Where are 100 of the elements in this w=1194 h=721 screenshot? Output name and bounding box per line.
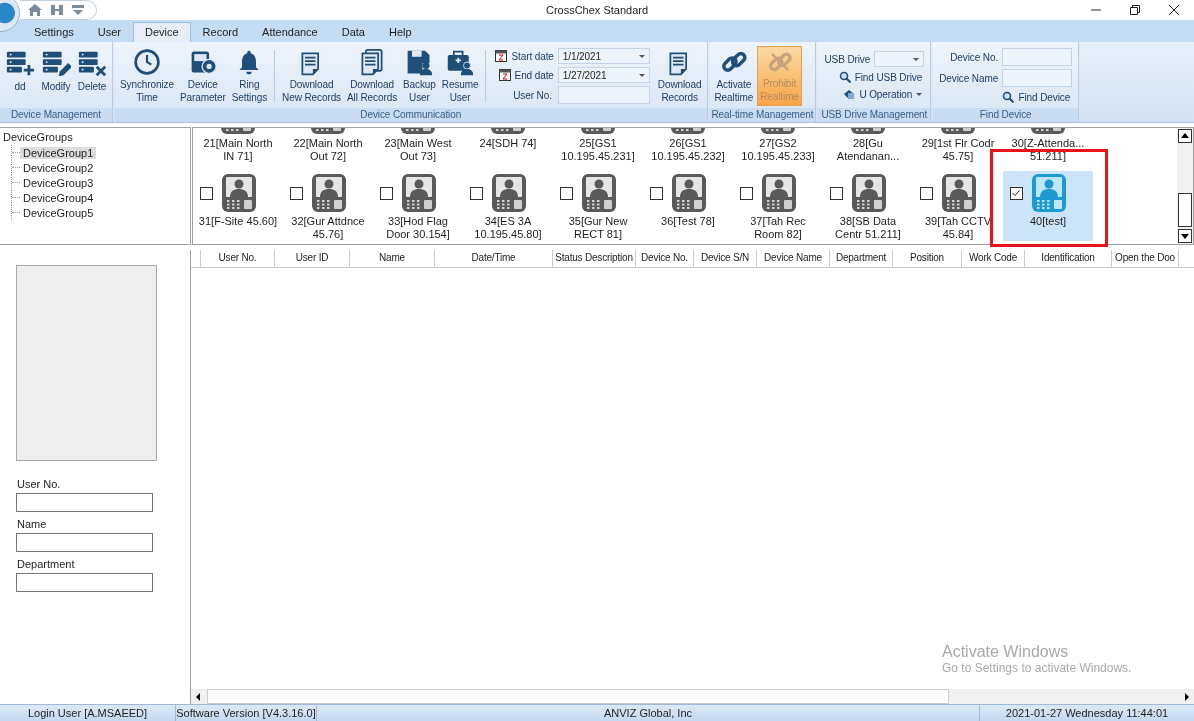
device-no-field[interactable] [1002, 48, 1073, 66]
device-label[interactable]: 29[1st Flr Codr 45.75] [921, 137, 995, 163]
caret-icon [638, 73, 645, 77]
device-label[interactable]: 22[Main North Out 72] [293, 137, 363, 163]
column-header[interactable]: Date/Time [435, 250, 553, 267]
u-operation-button[interactable]: U Operation [841, 87, 925, 101]
device-label[interactable]: 37[Tah Rec Room 82] [750, 215, 806, 241]
date-picker[interactable]: 1/1/2021 [557, 48, 650, 64]
activation-text: Go to Settings to activate Windows. [942, 661, 1132, 675]
menu-tab[interactable]: Device [133, 22, 191, 42]
menu-tab[interactable]: Help [377, 22, 424, 42]
find-device-button[interactable]: Find Device [1000, 90, 1073, 104]
device-checkbox[interactable] [739, 186, 753, 200]
ribbon-button[interactable]: Modify [39, 46, 73, 106]
ribbon-button[interactable]: Synchronize Time [118, 46, 176, 106]
device-label[interactable]: 31[F-Site 45.60] [198, 215, 278, 241]
scroll-thumb[interactable] [1178, 193, 1192, 227]
device-label[interactable]: 21[Main North IN 71] [203, 137, 273, 163]
tree-item[interactable]: DeviceGroup3 [20, 176, 97, 189]
ribbon-button[interactable]: Download Records [655, 46, 704, 106]
device-checkbox[interactable] [289, 186, 303, 200]
scrollbar[interactable] [191, 689, 1194, 704]
column-header[interactable]: Open the Doo [1112, 250, 1179, 267]
column-header[interactable]: User No. [201, 250, 275, 267]
ribbon-button[interactable]: Activate Realtime [712, 46, 756, 106]
column-header[interactable]: User ID [275, 250, 350, 267]
device-label[interactable]: 26[GS1 10.195.45.232] [651, 137, 725, 163]
device-label[interactable]: 25[GS1 10.195.45.231] [561, 137, 635, 163]
device-checkbox[interactable] [649, 186, 663, 200]
find-usb-button[interactable]: Find USB Drive [836, 70, 925, 84]
ribbon-button[interactable]: Delete [75, 46, 109, 106]
device-checkbox[interactable] [469, 186, 483, 200]
menu-tab[interactable]: User [85, 22, 133, 42]
device-checkbox[interactable] [379, 186, 393, 200]
device-label[interactable]: 24[SDH 74] [479, 137, 537, 163]
ribbon-button[interactable]: Ring Settings [229, 46, 270, 106]
field-label: End date [514, 69, 554, 81]
device-checkbox[interactable] [829, 186, 843, 200]
device-label[interactable]: 34[ES 3A 10.195.45.80] [474, 215, 542, 241]
scrollbar[interactable] [1177, 128, 1193, 244]
column-header[interactable]: Position [893, 250, 962, 267]
ribbon-button[interactable]: Download New Records [280, 46, 343, 106]
input-field[interactable] [16, 493, 153, 512]
menu-tab[interactable]: Attendance [250, 22, 330, 42]
close-icon[interactable] [1168, 4, 1180, 16]
menu-tab[interactable]: Record [190, 22, 251, 42]
device-checkbox[interactable] [199, 186, 213, 200]
menu-tab[interactable]: Settings [22, 22, 86, 42]
column-header[interactable]: Device S/N [694, 250, 757, 267]
column-header[interactable]: Status Description [553, 250, 636, 267]
terminal-icon [850, 173, 887, 213]
tree-item[interactable]: DeviceGroups [3, 130, 187, 145]
ribbon-button[interactable]: Backup User [401, 46, 438, 106]
drive-icon [843, 88, 856, 100]
device-label[interactable]: 39[Tah CCTV 45.84] [925, 215, 991, 241]
scroll-down-icon[interactable] [1178, 229, 1192, 243]
device-label[interactable]: 28[Gu Atendanan... [836, 137, 900, 163]
scroll-right-icon[interactable] [1182, 690, 1192, 703]
device-checkbox[interactable] [919, 186, 933, 200]
device-label[interactable]: 35[Gur New RECT 81] [568, 215, 628, 241]
device-label[interactable]: 36[Test 78] [661, 215, 715, 241]
device-label[interactable]: 40[test] [1029, 215, 1067, 241]
ribbon-button[interactable]: dd [3, 46, 37, 106]
device-label[interactable]: 32[Gur Attdnce 45.76] [291, 215, 365, 241]
home-icon[interactable] [28, 4, 42, 16]
check-icon [1011, 188, 1021, 198]
column-header[interactable]: Device Name [757, 250, 830, 267]
device-label[interactable]: 30[Z-Attenda... 51.211] [1011, 137, 1085, 163]
input-field[interactable] [16, 573, 153, 592]
column-header[interactable]: Department [830, 250, 893, 267]
device-label[interactable]: 27[GS2 10.195.45.233] [741, 137, 815, 163]
ribbon-button[interactable]: Device Parameter [177, 46, 228, 106]
field-label: Start date [511, 50, 554, 62]
window-title: CrossChex Standard [545, 4, 649, 16]
tree-item[interactable]: DeviceGroup4 [20, 191, 97, 204]
terminal-icon [490, 173, 527, 213]
ribbon-button[interactable]: Download All Records [345, 46, 400, 106]
device-label[interactable]: 38[SB Data Centr 51.211] [835, 215, 901, 241]
device-label[interactable]: 33[Hod Flag Door 30.154] [386, 215, 450, 241]
column-header[interactable]: Work Code [962, 250, 1025, 267]
tree-item[interactable]: DeviceGroup2 [20, 161, 97, 174]
user-no-field[interactable] [557, 86, 650, 104]
column-header[interactable]: Name [350, 250, 435, 267]
scroll-up-icon[interactable] [1178, 129, 1192, 143]
device-name-field[interactable] [1002, 69, 1073, 87]
tree-item[interactable]: DeviceGroup5 [20, 206, 97, 219]
device-checkbox[interactable] [559, 186, 573, 200]
field-label: Device Name [939, 72, 999, 84]
column-header[interactable]: Device No. [636, 250, 694, 267]
ribbon-button[interactable]: Resume User [439, 46, 481, 106]
menu-tab[interactable]: Data [329, 22, 377, 42]
status-text: ANVIZ Global, Inc [317, 705, 980, 721]
restore-icon[interactable] [1129, 4, 1141, 16]
device-label[interactable]: 23[Main West Out 73] [384, 137, 452, 163]
device-checkbox[interactable] [1009, 186, 1023, 200]
input-field[interactable] [16, 533, 153, 552]
tree-item[interactable]: DeviceGroup1 [20, 146, 97, 159]
column-header[interactable]: Identification [1025, 250, 1112, 267]
dropdown-icon[interactable] [72, 5, 84, 15]
date-picker[interactable]: 1/27/2021 [557, 67, 650, 83]
